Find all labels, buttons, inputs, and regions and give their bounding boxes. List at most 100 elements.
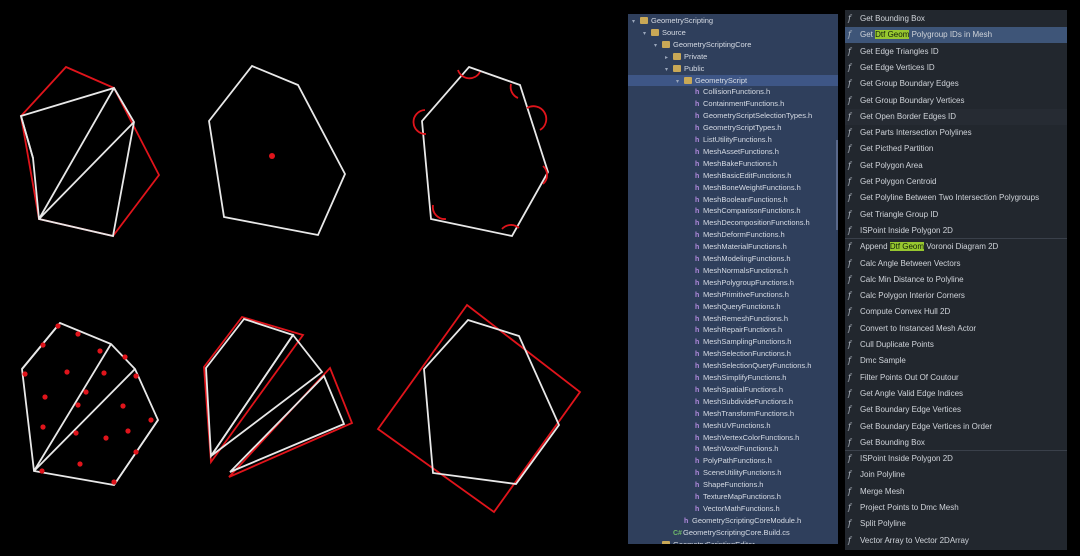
tree-item[interactable]: h SceneUtilityFunctions.h: [628, 467, 838, 478]
node-list-item[interactable]: f Convert to Instanced Mesh Actor: [845, 321, 1067, 337]
tree-item[interactable]: h MeshDeformFunctions.h: [628, 229, 838, 240]
node-list-item[interactable]: f Join Polyline: [845, 467, 1067, 483]
tree-item[interactable]: ▾ Source: [628, 27, 838, 38]
tree-item[interactable]: h ContainmentFunctions.h: [628, 98, 838, 109]
node-list-item[interactable]: f Get Boundary Edge Vertices: [845, 402, 1067, 418]
node-list-item[interactable]: f Get Polygon Centroid: [845, 174, 1067, 190]
tree-item[interactable]: h MeshTransformFunctions.h: [628, 408, 838, 419]
tree-item[interactable]: ▸ Private: [628, 51, 838, 62]
tree-item[interactable]: h MeshVertexColorFunctions.h: [628, 432, 838, 443]
tree-item[interactable]: h VectorMathFunctions.h: [628, 503, 838, 514]
node-label: Get Boundary Edge Vertices: [860, 405, 961, 415]
geometry-illustrations: [19, 64, 582, 514]
node-list-item[interactable]: f Get Boundary Edge Vertices in Order: [845, 419, 1067, 435]
tree-item[interactable]: h MeshNormalsFunctions.h: [628, 265, 838, 276]
tree-item[interactable]: h MeshComparisonFunctions.h: [628, 205, 838, 216]
tree-item[interactable]: h MeshVoxelFunctions.h: [628, 443, 838, 454]
tree-item[interactable]: h MeshBasicEditFunctions.h: [628, 170, 838, 181]
node-list-item[interactable]: f Get Dtf Geom Polygroup IDs in Mesh: [845, 27, 1067, 44]
function-icon: f: [848, 46, 851, 56]
node-list-item[interactable]: f Append Dtf Geom Voronoi Diagram 2D: [845, 239, 1067, 255]
node-list-item[interactable]: f Calc Angle Between Vectors: [845, 256, 1067, 272]
tree-item[interactable]: h MeshSamplingFunctions.h: [628, 336, 838, 347]
node-list-item[interactable]: f Calc Polygon Interior Corners: [845, 288, 1067, 304]
tree-item-label: GeometryScript: [695, 75, 748, 85]
node-label-suffix: Polygroup IDs in Mesh: [909, 30, 993, 40]
node-list-item[interactable]: f Merge Mesh: [845, 484, 1067, 500]
node-list-item[interactable]: f Dmc Sample: [845, 353, 1067, 369]
tree-item[interactable]: h GeometryScriptSelectionTypes.h: [628, 110, 838, 121]
tree-item[interactable]: h ShapeFunctions.h: [628, 479, 838, 490]
node-list-item[interactable]: f Get Edge Vertices ID: [845, 60, 1067, 76]
tree-item[interactable]: h MeshBooleanFunctions.h: [628, 194, 838, 205]
tree-item[interactable]: h MeshRemeshFunctions.h: [628, 313, 838, 324]
tree-item[interactable]: h MeshSubdivideFunctions.h: [628, 396, 838, 407]
tree-scrollbar[interactable]: [836, 140, 838, 230]
node-list-item[interactable]: f Split Polyline: [845, 516, 1067, 532]
node-list-item[interactable]: f Calc Min Distance to Polyline: [845, 272, 1067, 288]
tree-item[interactable]: h MeshSelectionFunctions.h: [628, 348, 838, 359]
tree-item[interactable]: h CollisionFunctions.h: [628, 86, 838, 97]
tree-item[interactable]: h MeshSimplifyFunctions.h: [628, 372, 838, 383]
tree-item[interactable]: h MeshUVFunctions.h: [628, 420, 838, 431]
tree-item[interactable]: h MeshSpatialFunctions.h: [628, 384, 838, 395]
tree-item[interactable]: ▾ GeometryScriptingCore: [628, 39, 838, 50]
header-file-icon: h: [695, 137, 700, 144]
tree-item-label: MeshBoneWeightFunctions.h: [703, 182, 801, 192]
tree-item[interactable]: h GeometryScriptingCoreModule.h: [628, 515, 838, 526]
tree-item[interactable]: h MeshModelingFunctions.h: [628, 253, 838, 264]
tree-item[interactable]: h MeshBoneWeightFunctions.h: [628, 182, 838, 193]
chevron-right-icon[interactable]: ▸: [654, 541, 662, 544]
node-list-item[interactable]: f Get Polygon Area: [845, 158, 1067, 174]
node-list-item[interactable]: f Get Open Border Edges ID: [845, 108, 1067, 125]
node-list-item[interactable]: f Get Edge Triangles ID: [845, 44, 1067, 60]
tree-item[interactable]: h MeshMaterialFunctions.h: [628, 241, 838, 252]
tree-item-label: MeshQueryFunctions.h: [703, 301, 781, 311]
node-list-item[interactable]: f Get Picthed Partition: [845, 141, 1067, 157]
node-list-item[interactable]: f Get Group Boundary Edges: [845, 76, 1067, 92]
tree-item[interactable]: h MeshDecompositionFunctions.h: [628, 217, 838, 228]
function-icon: f: [848, 258, 851, 268]
tree-item[interactable]: ▸ GeometryScriptingEditor: [628, 539, 838, 544]
header-file-icon: h: [695, 125, 700, 133]
tree-item[interactable]: h MeshPolygroupFunctions.h: [628, 277, 838, 288]
node-list-item[interactable]: f Get Parts Intersection Polylines: [845, 125, 1067, 141]
tree-item[interactable]: ▾ GeometryScript: [628, 74, 838, 86]
node-list-item[interactable]: f ISPoint Inside Polygon 2D: [845, 223, 1067, 239]
tree-item[interactable]: h PolyPathFunctions.h: [628, 455, 838, 466]
tree-item[interactable]: ▾ GeometryScripting: [628, 15, 838, 26]
node-list-item[interactable]: f Get Group Boundary Vertices: [845, 93, 1067, 109]
function-icon: f: [848, 372, 851, 382]
node-list-item[interactable]: f Filter Points Out Of Coutour: [845, 370, 1067, 386]
tree-item[interactable]: h MeshBakeFunctions.h: [628, 158, 838, 169]
node-list-item[interactable]: f ISPoint Inside Polygon 2D: [845, 451, 1067, 467]
tree-item-label: ListUtilityFunctions.h: [703, 135, 772, 144]
node-list-item[interactable]: f Get Bounding Box: [845, 435, 1067, 451]
tree-item[interactable]: C#GeometryScriptingCore.Build.cs: [628, 527, 838, 538]
node-list-item[interactable]: f Project Points to Dmc Mesh: [845, 500, 1067, 516]
node-list-item[interactable]: f Get Triangle Group ID: [845, 207, 1067, 223]
tree-item[interactable]: h MeshPrimitiveFunctions.h: [628, 289, 838, 300]
tree-item[interactable]: h MeshAssetFunctions.h: [628, 146, 838, 157]
file-tree-panel[interactable]: ▾ GeometryScripting ▾ Source ▾ GeometryScript…: [628, 14, 838, 544]
node-list-item[interactable]: f Get Angle Valid Edge Indices: [845, 386, 1067, 402]
header-file-icon: h: [695, 220, 700, 228]
node-list-item[interactable]: f Compute Convex Hull 2D: [845, 304, 1067, 320]
function-icon: f: [848, 62, 851, 72]
tree-item[interactable]: ▾ Public: [628, 63, 838, 74]
header-file-icon: h: [695, 482, 700, 490]
node-list-item[interactable]: f Cull Duplicate Points: [845, 337, 1067, 353]
node-list-item[interactable]: f Get Bounding Box: [845, 11, 1067, 27]
tree-item-label: MeshPolygroupFunctions.h: [703, 277, 794, 287]
node-list-item[interactable]: f Get Polyline Between Two Intersection P…: [845, 190, 1067, 206]
tree-item[interactable]: h GeometryScriptTypes.h: [628, 122, 838, 133]
tree-item[interactable]: h MeshRepairFunctions.h: [628, 324, 838, 335]
tree-item[interactable]: h ListUtilityFunctions.h: [628, 134, 838, 145]
header-file-icon: h: [695, 434, 700, 442]
tree-item[interactable]: h TextureMapFunctions.h: [628, 491, 838, 502]
tree-item-label: MeshRemeshFunctions.h: [703, 313, 789, 323]
tree-item[interactable]: h MeshSelectionQueryFunctions.h: [628, 360, 838, 371]
node-list-item[interactable]: f Vector Array to Vector 2DArray: [845, 533, 1067, 549]
node-list-panel[interactable]: f Get Bounding Box f Get Dtf Geom Polygroup…: [845, 10, 1067, 550]
tree-item[interactable]: h MeshQueryFunctions.h: [628, 301, 838, 312]
